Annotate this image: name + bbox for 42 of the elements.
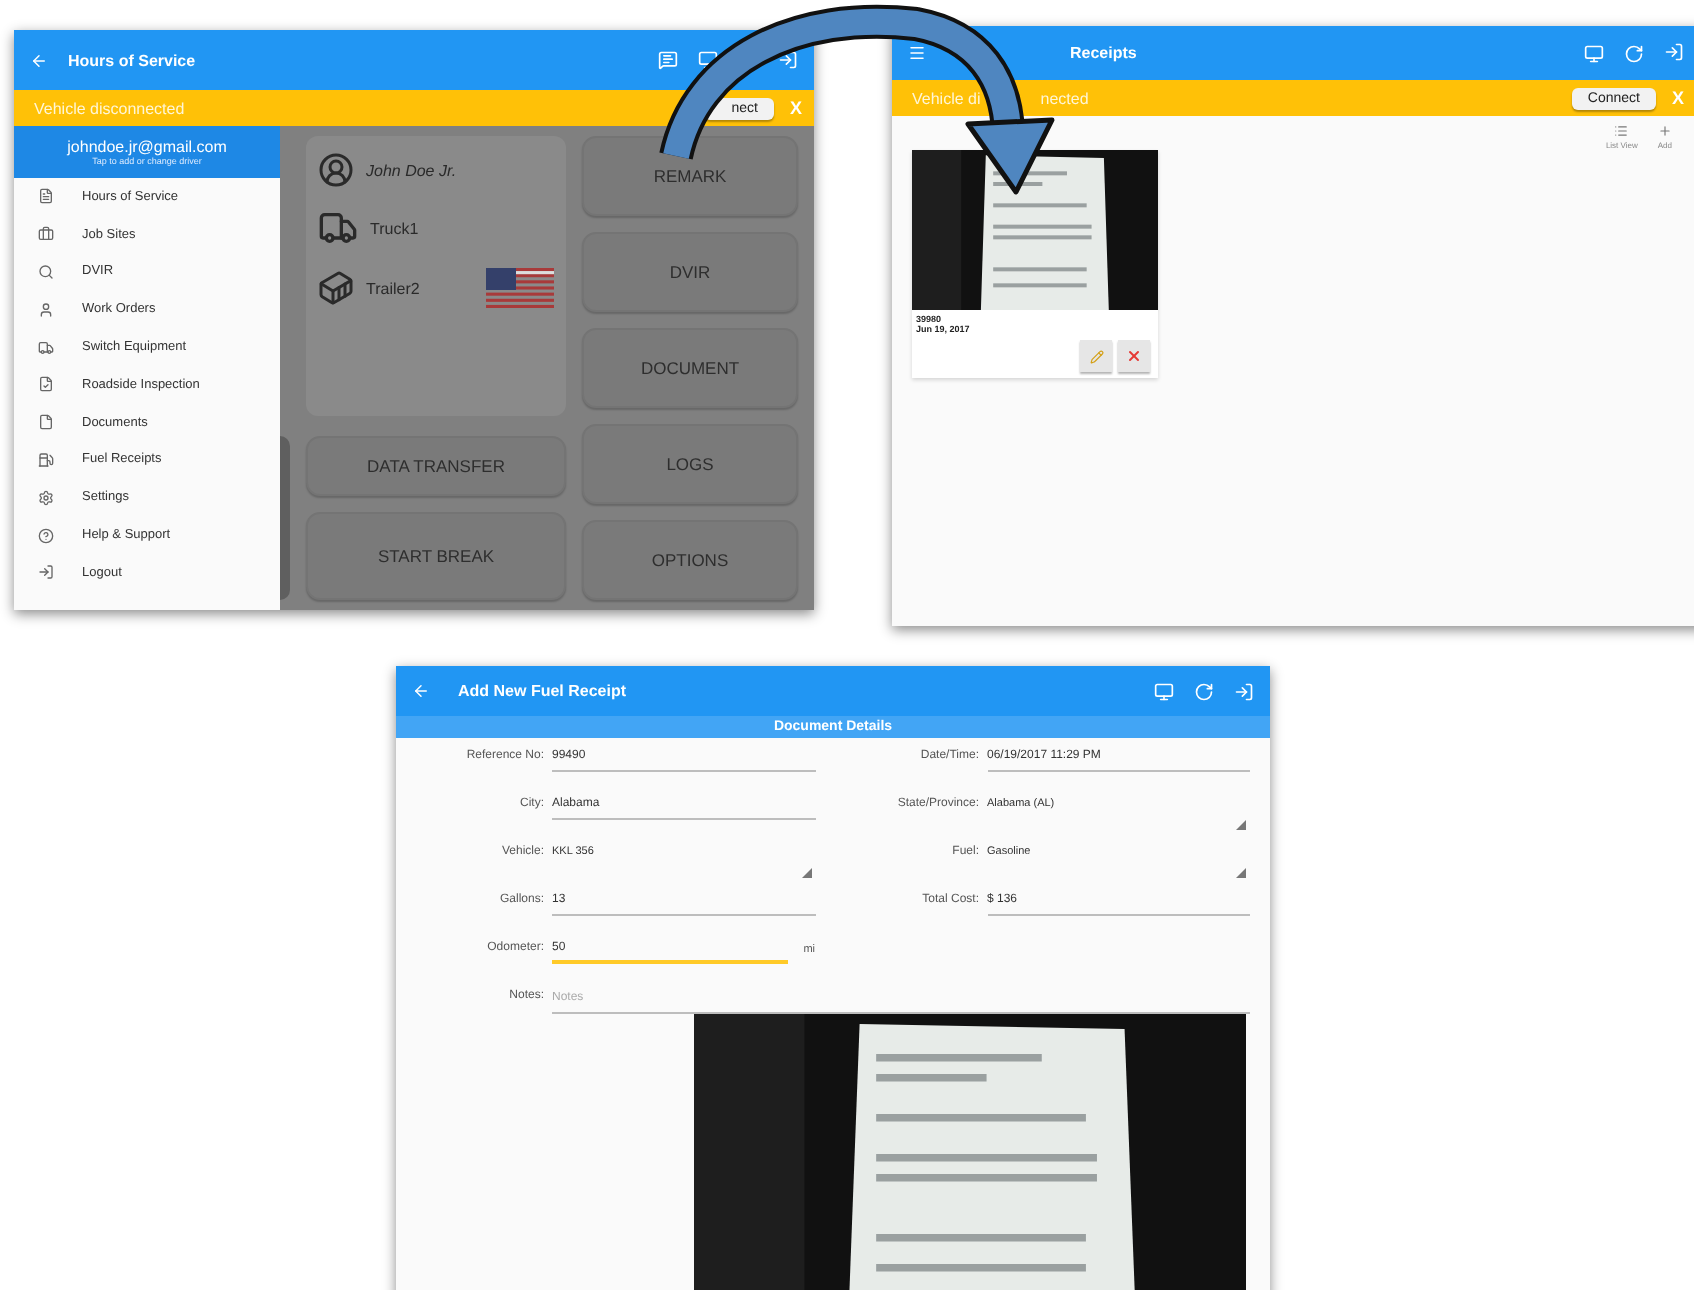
truck-icon: [38, 339, 54, 356]
menu-icon[interactable]: [908, 44, 926, 62]
monitor-icon[interactable]: [698, 50, 718, 70]
search-icon: [38, 263, 54, 280]
truck-label: Truck1: [370, 219, 419, 237]
close-icon: [1126, 348, 1142, 364]
pencil-icon: [1089, 349, 1103, 363]
driver-name: John Doe Jr.: [366, 161, 457, 179]
dropdown-corner-icon: [801, 868, 811, 878]
edit-button[interactable]: [1080, 340, 1112, 372]
message-icon[interactable]: [658, 50, 678, 70]
screen-title: Receipts: [1068, 44, 1139, 62]
person-icon: [318, 152, 354, 188]
dropdown-corner-icon: [1236, 820, 1246, 830]
document-icon: [38, 188, 54, 205]
dropdown-corner-icon: [1236, 868, 1246, 878]
settings-icon: [38, 489, 54, 506]
back-icon[interactable]: [412, 682, 430, 700]
trailer-label: Trailer2: [366, 279, 422, 297]
refresh-icon[interactable]: [1624, 43, 1644, 63]
account-email: johndoe.jr@gmail.com: [67, 138, 227, 156]
trailer-icon: [318, 270, 354, 306]
back-icon[interactable]: [30, 51, 48, 69]
fuel-pump-icon: [38, 451, 54, 468]
truck-icon: [318, 208, 358, 248]
banner-text: Vehicle di: [912, 89, 981, 107]
help-icon: [38, 527, 54, 544]
list-icon: [1614, 124, 1629, 138]
person-icon: [38, 301, 54, 318]
banner-text: nected: [1040, 89, 1089, 107]
screen-title: Hours of Service: [68, 51, 198, 69]
screen-title: Add New Fuel Receipt: [456, 682, 629, 700]
plus-icon: [1657, 124, 1672, 138]
logout-icon: [38, 564, 54, 581]
refresh-icon[interactable]: [1194, 681, 1214, 701]
flag-icon: [486, 268, 554, 308]
briefcase-icon: [38, 226, 54, 243]
document-icon: [38, 376, 54, 393]
banner-text: Vehicle disconnected: [34, 99, 187, 117]
delete-button[interactable]: [1118, 340, 1150, 372]
file-icon: [38, 414, 54, 431]
logout-icon[interactable]: [778, 50, 798, 70]
